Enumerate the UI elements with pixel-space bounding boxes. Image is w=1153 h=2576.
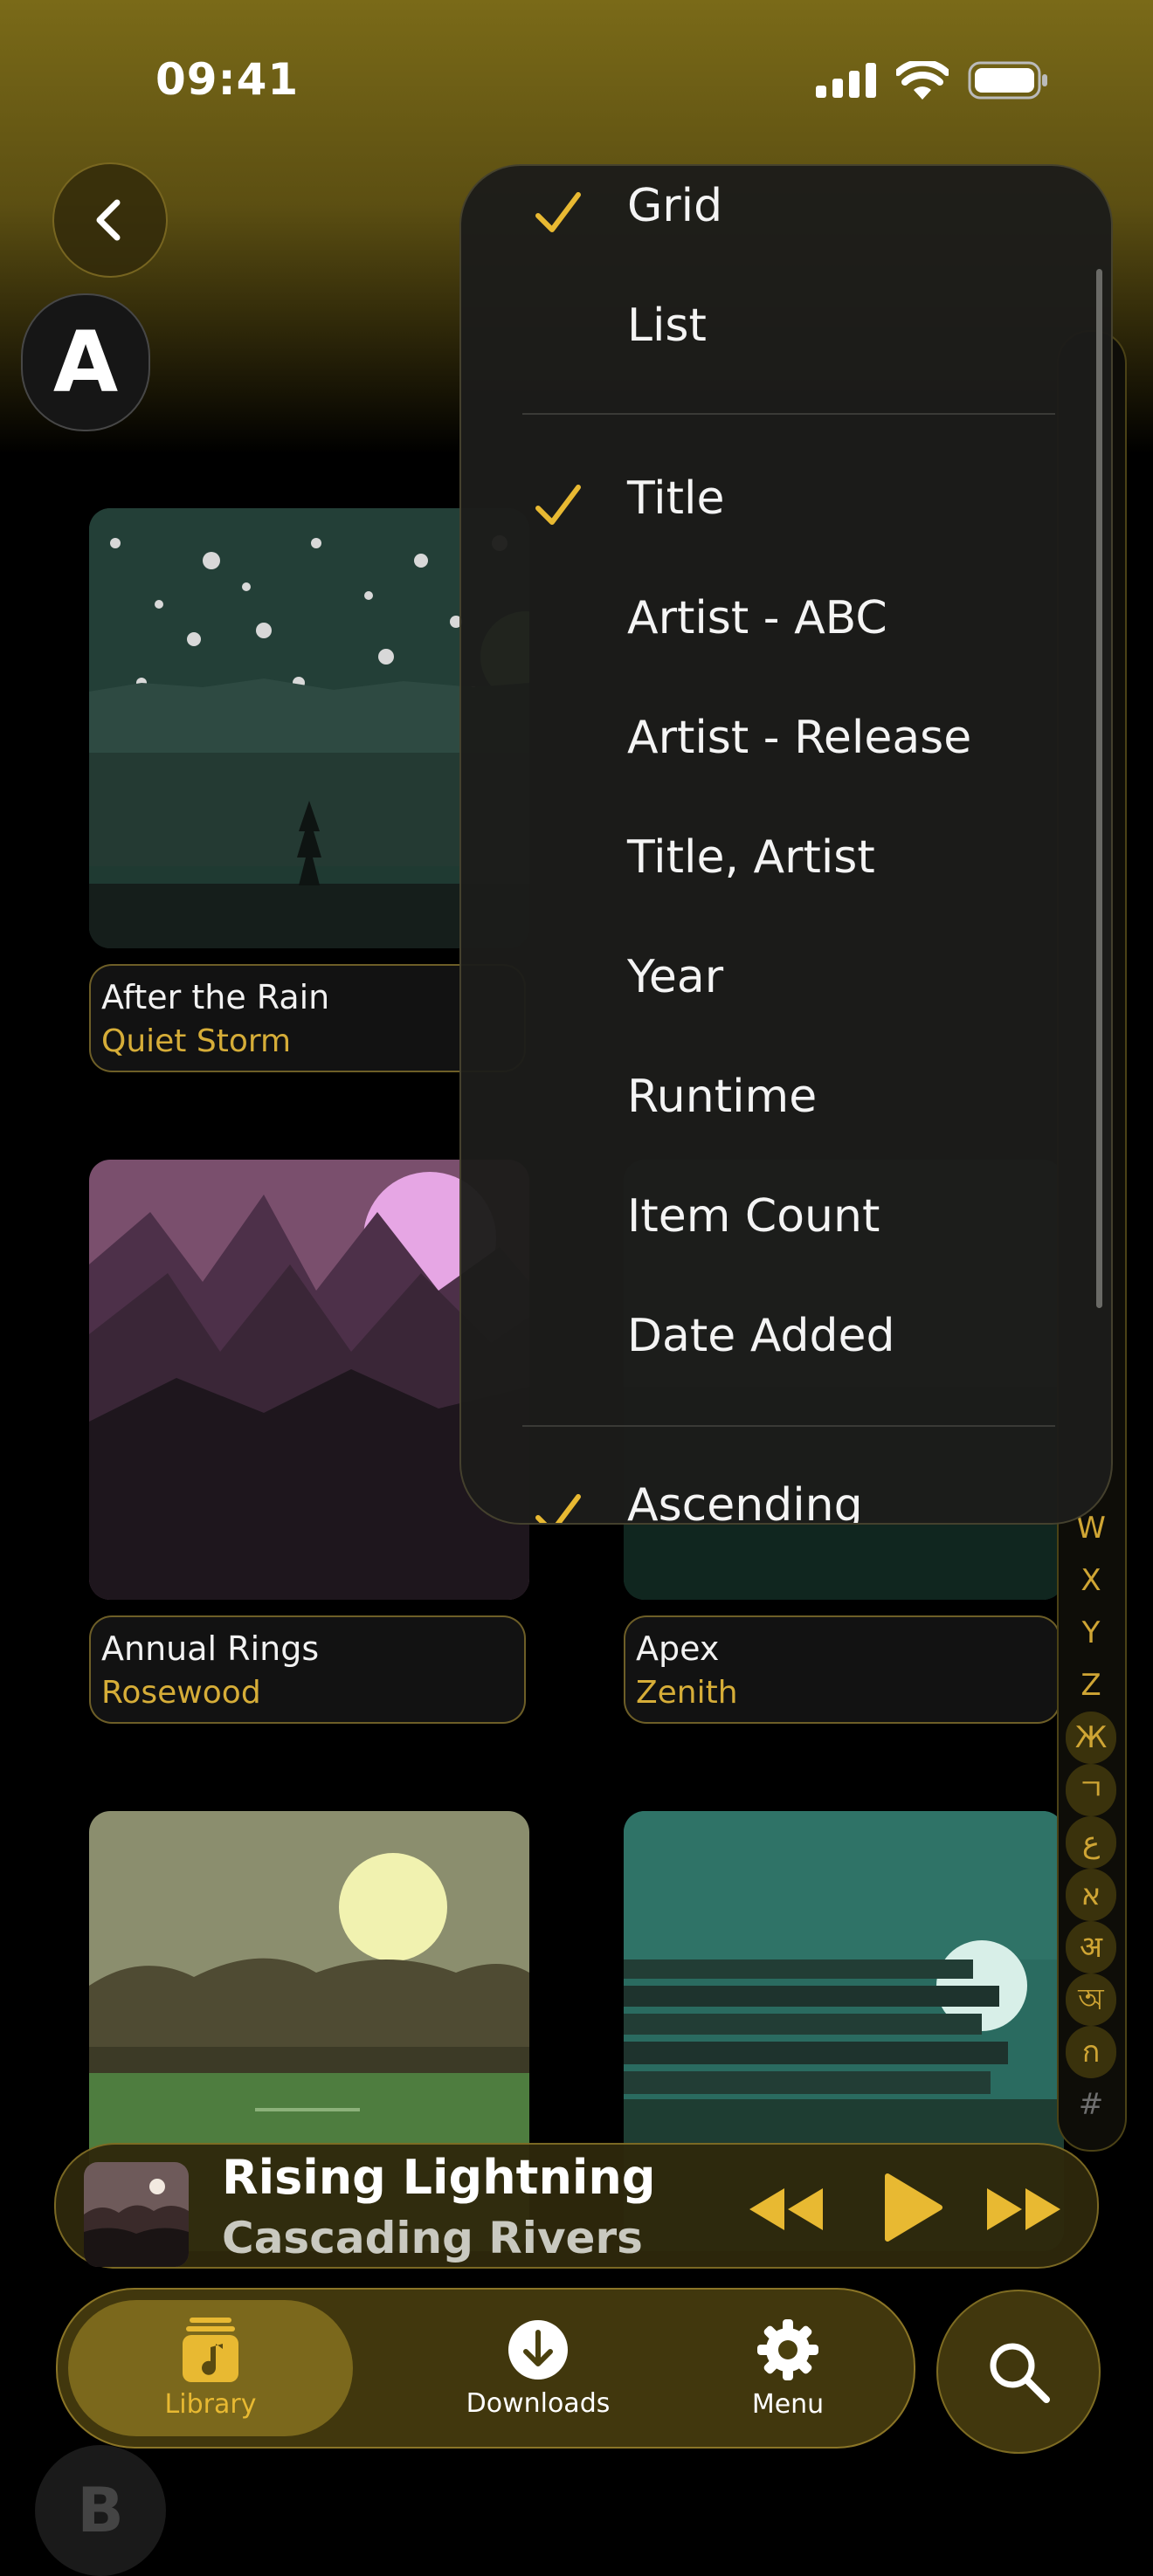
status-time: 09:41 — [155, 54, 300, 105]
menu-item-sort-title[interactable]: Title — [627, 472, 724, 525]
fast-forward-button[interactable] — [982, 2183, 1066, 2235]
battery-icon — [968, 61, 1047, 100]
album-title: Annual Rings — [101, 1629, 320, 1668]
menu-item-sort-runtime[interactable]: Runtime — [627, 1071, 817, 1123]
menu-item-ascending[interactable]: Ascending — [627, 1479, 863, 1523]
alphabet-index: W X Y Z Ж ㄱ ع א अ অ ก # — [1057, 1502, 1125, 2131]
tab-menu[interactable]: Menu — [683, 2290, 893, 2447]
menu-item-sort-title-artist[interactable]: Title, Artist — [627, 831, 875, 884]
checkmark-icon — [535, 192, 581, 232]
now-playing-bar[interactable]: Rising Lightning Cascading Rivers — [54, 2143, 1099, 2269]
index-letter[interactable]: ก — [1066, 2026, 1116, 2078]
index-letter[interactable]: Z — [1057, 1659, 1125, 1712]
wifi-icon — [896, 61, 949, 100]
menu-scrollbar[interactable] — [1096, 269, 1102, 1308]
rewind-button[interactable] — [744, 2183, 828, 2235]
now-playing-artwork — [84, 2162, 189, 2267]
index-letter[interactable]: א — [1066, 1869, 1116, 1921]
menu-item-sort-artist-release[interactable]: Artist - Release — [627, 712, 971, 764]
checkmark-icon — [535, 1494, 581, 1523]
checkmark-icon — [535, 485, 581, 525]
index-letter[interactable]: অ — [1066, 1973, 1116, 2026]
section-letter-badge: A — [21, 293, 150, 431]
index-letter[interactable]: Ж — [1066, 1712, 1116, 1764]
play-button[interactable] — [877, 2171, 947, 2244]
index-letter[interactable]: ع — [1066, 1816, 1116, 1869]
tab-label: Downloads — [466, 2387, 611, 2419]
menu-item-sort-item-count[interactable]: Item Count — [627, 1190, 880, 1243]
chevron-left-icon — [96, 199, 121, 241]
now-playing-artist: Cascading Rivers — [222, 2213, 643, 2263]
tab-library[interactable]: Library — [68, 2300, 353, 2436]
now-playing-title: Rising Lightning — [222, 2150, 656, 2205]
album-info: Apex Zenith — [624, 1615, 1060, 1724]
status-icons — [816, 61, 1048, 100]
next-section-letter-badge: B — [35, 2445, 166, 2576]
menu-divider — [522, 413, 1055, 415]
index-letter[interactable]: # — [1057, 2078, 1125, 2131]
index-letter[interactable]: ㄱ — [1066, 1764, 1116, 1816]
tab-bar: Library Downloads Menu — [56, 2288, 915, 2449]
download-icon — [508, 2319, 568, 2380]
menu-divider — [522, 1425, 1055, 1427]
album-artist: Zenith — [636, 1675, 738, 1711]
sort-menu: Grid List Title Artist - ABC Artist - Re… — [459, 164, 1113, 1525]
album-info: Annual Rings Rosewood — [89, 1615, 526, 1724]
tab-label: Menu — [751, 2388, 825, 2420]
menu-item-sort-year[interactable]: Year — [627, 951, 723, 1003]
album-title: After the Rain — [101, 978, 330, 1016]
menu-item-grid[interactable]: Grid — [627, 180, 722, 232]
menu-item-sort-date-added[interactable]: Date Added — [627, 1310, 895, 1362]
music-note-icon — [183, 2317, 238, 2382]
gear-icon — [757, 2318, 818, 2380]
index-letter[interactable]: X — [1057, 1554, 1125, 1607]
index-letter[interactable]: Y — [1057, 1607, 1125, 1659]
menu-item-list[interactable]: List — [627, 300, 707, 352]
index-letter[interactable]: अ — [1066, 1921, 1116, 1973]
cellular-signal-icon — [816, 63, 876, 98]
back-button[interactable] — [52, 162, 168, 278]
album-artist: Quiet Storm — [101, 1023, 292, 1059]
search-icon — [990, 2343, 1050, 2403]
album-artist: Rosewood — [101, 1675, 261, 1711]
tab-label: Library — [164, 2388, 257, 2420]
album-title: Apex — [636, 1629, 720, 1668]
tab-downloads[interactable]: Downloads — [407, 2290, 669, 2447]
menu-item-sort-artist-abc[interactable]: Artist - ABC — [627, 592, 887, 644]
search-button[interactable] — [936, 2290, 1101, 2454]
